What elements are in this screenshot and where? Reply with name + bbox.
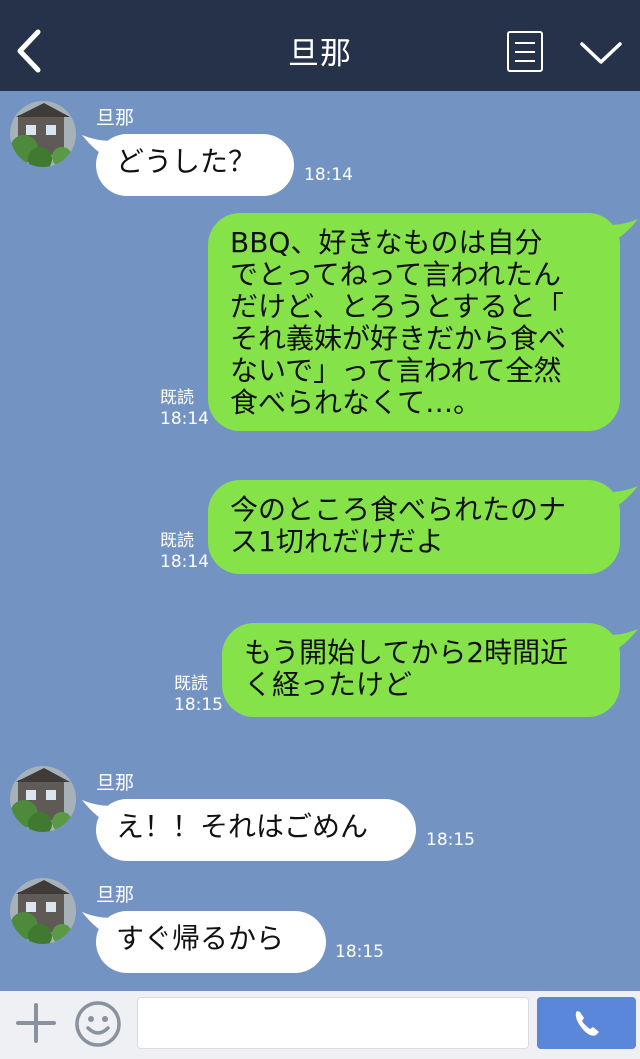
message-time: 18:15	[426, 830, 475, 850]
chat-header: 旦那	[0, 0, 640, 91]
sender-name: 旦那	[96, 772, 135, 794]
plus-icon[interactable]	[16, 1003, 56, 1043]
bubble-tail	[608, 219, 638, 243]
avatar[interactable]	[10, 766, 76, 832]
sender-name: 旦那	[96, 107, 135, 129]
message-bubble[interactable]: どうした？	[96, 134, 294, 196]
menu-lines-icon[interactable]	[507, 31, 543, 72]
message-bubble[interactable]: すぐ帰るから	[96, 911, 326, 973]
read-receipt: 既読 18:15	[174, 674, 223, 715]
chat-title: 旦那	[288, 36, 352, 72]
chevron-down-icon[interactable]	[578, 38, 624, 68]
message-text: どうした？	[116, 145, 257, 178]
avatar-house-icon	[10, 101, 76, 167]
avatar[interactable]	[10, 101, 76, 167]
bubble-tail	[608, 629, 638, 653]
avatar-house-icon	[10, 766, 76, 832]
avatar[interactable]	[10, 878, 76, 944]
message-bubble[interactable]: え！！それはごめん	[96, 799, 416, 861]
smiley-icon[interactable]	[74, 1000, 122, 1048]
chat-area[interactable]: 旦那 どうした？ 18:14 既読 18:14 BBQ、好きなものは自分 でとっ…	[0, 91, 640, 991]
sender-name: 旦那	[96, 884, 135, 906]
read-receipt: 既読 18:14	[160, 531, 209, 572]
message-bubble[interactable]: BBQ、好きなものは自分 でとってねって言われたん だけど、とろうとすると「 そ…	[208, 213, 620, 431]
message-time: 18:15	[335, 942, 384, 962]
message-time: 18:14	[304, 165, 353, 185]
message-text: え！！それはごめん	[116, 810, 369, 843]
read-receipt: 既読 18:14	[160, 388, 209, 429]
bubble-tail	[608, 486, 638, 510]
message-text: すぐ帰るから	[116, 922, 285, 955]
message-bubble[interactable]: 今のところ食べられたのナ ス1切れだけだよ	[208, 480, 620, 574]
message-input[interactable]	[137, 997, 529, 1049]
call-button[interactable]	[537, 997, 636, 1049]
avatar-house-icon	[10, 878, 76, 944]
phone-icon	[575, 1011, 599, 1036]
message-bubble[interactable]: もう開始してから2時間近 く経ったけど	[222, 623, 620, 717]
